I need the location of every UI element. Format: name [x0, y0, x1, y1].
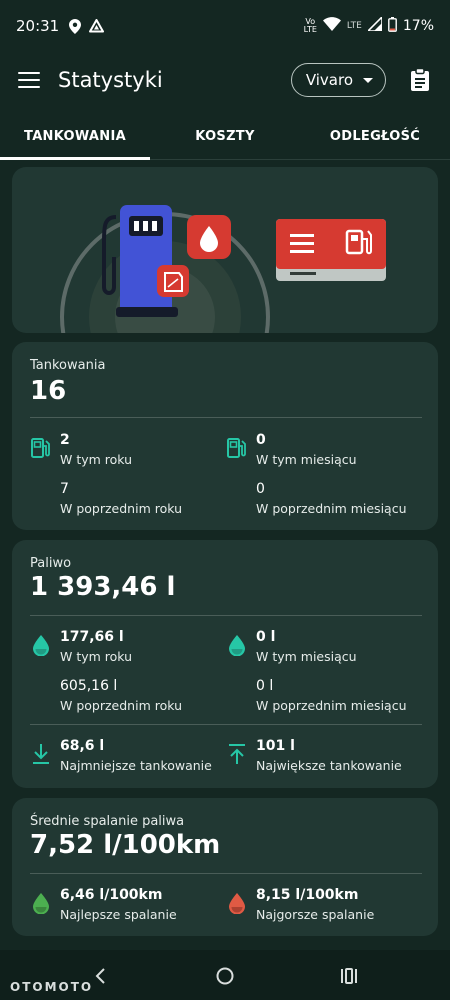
battery-icon: [387, 16, 397, 36]
consumption-worst: 8,15 l/100km Najgorsze spalanie: [256, 887, 375, 922]
tab-refuels[interactable]: TANKOWANIA: [0, 114, 150, 160]
watermark: OTOMOTO: [10, 980, 94, 994]
vehicle-select-value: Vivaro: [305, 71, 353, 89]
app-bar: Statystyki Vivaro: [0, 52, 450, 108]
fuel-card-icon: [276, 219, 386, 281]
vehicle-select[interactable]: Vivaro: [290, 63, 386, 97]
hero-illustration-card: [12, 167, 438, 333]
status-bar: 20:31 Vo LTE LTE 17%: [0, 0, 450, 52]
refuels-card: Tankowania 16 2 W tym roku 0 W tym miesi…: [12, 342, 438, 530]
fuel-drop-icon: [30, 633, 52, 657]
tab-costs[interactable]: KOSZTY: [150, 114, 300, 159]
fuel-label: Paliwo: [30, 556, 72, 571]
divider: [30, 873, 422, 874]
system-nav-bar: OTOMOTO: [0, 950, 450, 1000]
refuels-this-year: 2 W tym roku: [60, 432, 133, 467]
battery-level: 17%: [402, 18, 434, 34]
divider: [30, 417, 422, 418]
refuels-prev-year: 7 W poprzednim roku: [60, 481, 183, 516]
fuel-max-refuel: 101 l Największe tankowanie: [256, 738, 402, 773]
fuel-card: Paliwo 1 393,46 l 177,66 l W tym roku 0 …: [12, 540, 438, 788]
arrow-up-icon: [226, 742, 248, 766]
status-right: Vo LTE LTE 17%: [303, 15, 434, 36]
fuel-this-year: 177,66 l W tym roku: [60, 629, 133, 664]
fuel-drop-icon: [226, 633, 248, 657]
gas-station-icon: [226, 436, 248, 460]
refuels-label: Tankowania: [30, 358, 106, 373]
refuels-prev-month: 0 W poprzednim miesiącu: [256, 481, 407, 516]
signal-icon: [365, 15, 383, 35]
divider: [30, 615, 422, 616]
tab-bar: TANKOWANIA KOSZTY ODLEGŁOŚĆ: [0, 114, 450, 160]
consumption-card: Średnie spalanie paliwa 7,52 l/100km 6,4…: [12, 798, 438, 936]
lte-label: LTE: [346, 21, 362, 31]
clipboard-icon[interactable]: [408, 68, 432, 92]
fuel-drop-badge-icon: [187, 215, 231, 259]
location-icon: [69, 18, 82, 34]
refuels-total: 16: [30, 376, 67, 406]
tab-distance[interactable]: ODLEGŁOŚĆ: [300, 114, 450, 159]
back-icon[interactable]: [88, 964, 112, 988]
consumption-best: 6,46 l/100km Najlepsze spalanie: [60, 887, 177, 922]
green-drop-icon: [30, 891, 52, 915]
consumption-average: 7,52 l/100km: [30, 830, 221, 860]
caret-down-icon: [363, 77, 373, 83]
recent-apps-icon[interactable]: [337, 964, 361, 988]
status-time: 20:31: [16, 17, 60, 35]
fuel-this-month: 0 l W tym miesiącu: [256, 629, 357, 664]
home-icon[interactable]: [213, 964, 237, 988]
red-drop-icon: [226, 891, 248, 915]
arrow-down-icon: [30, 742, 52, 766]
drive-icon: [89, 19, 105, 33]
fuel-prev-month: 0 l W poprzednim miesiącu: [256, 678, 407, 713]
volte-icon: Vo LTE: [303, 17, 317, 34]
gas-station-icon: [30, 436, 52, 460]
wifi-icon: [322, 17, 341, 35]
fuel-total: 1 393,46 l: [30, 572, 176, 602]
fuel-min-refuel: 68,6 l Najmniejsze tankowanie: [60, 738, 212, 773]
page-title: Statystyki: [58, 68, 163, 92]
refuels-this-month: 0 W tym miesiącu: [256, 432, 357, 467]
fuel-station-illustration: [60, 205, 386, 333]
menu-icon[interactable]: [18, 72, 40, 88]
fuel-can-badge-icon: [157, 265, 189, 297]
consumption-label: Średnie spalanie paliwa: [30, 814, 185, 829]
divider: [30, 724, 422, 725]
fuel-prev-year: 605,16 l W poprzednim roku: [60, 678, 183, 713]
